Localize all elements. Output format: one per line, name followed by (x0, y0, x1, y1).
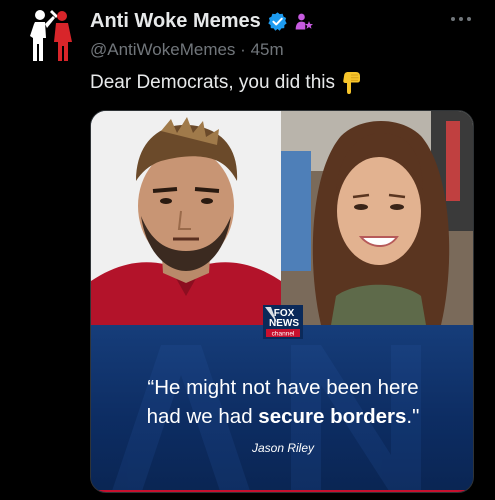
red-stripe (91, 490, 473, 492)
tweet[interactable]: Anti Woke Memes @AntiWokeMemes · 45m Dea… (0, 0, 495, 500)
handle-row: @AntiWokeMemes · 45m (90, 40, 284, 60)
quote-line-2-start: had we had (146, 405, 259, 428)
quote-line-1: “He might not have been here (147, 376, 419, 399)
quote-line-2-end: ." (406, 405, 420, 428)
more-options-icon[interactable] (450, 14, 472, 24)
tweet-body: Dear Democrats, you did this (90, 72, 335, 93)
verified-badge-icon[interactable] (267, 11, 288, 32)
name-row: Anti Woke Memes (90, 10, 314, 33)
fox-news-logo: FOX NEWS channel (263, 305, 303, 339)
pointing-down-emoji-icon (343, 72, 360, 94)
logo-channel-text: channel (272, 331, 295, 338)
woman-photo (281, 111, 473, 325)
purple-person-star-icon[interactable] (294, 12, 314, 32)
mugshot-photo (91, 111, 281, 325)
quote-text: “He might not have been here had we had … (91, 373, 473, 431)
avatar[interactable] (22, 6, 78, 64)
tweet-text: Dear Democrats, you did this (90, 71, 363, 95)
logo-news-text: NEWS (269, 318, 299, 329)
timestamp[interactable]: 45m (251, 40, 284, 59)
quote-line-2-bold: secure borders (258, 405, 407, 428)
quote-line-2: had we had secure borders." (91, 402, 473, 431)
tweet-media-image[interactable]: FOX NEWS channel “He might not have been… (90, 110, 474, 493)
author-handle[interactable]: @AntiWokeMemes (90, 40, 235, 59)
separator-dot: · (240, 40, 246, 59)
quote-attribution: Jason Riley (251, 441, 315, 455)
display-name[interactable]: Anti Woke Memes (90, 10, 261, 33)
